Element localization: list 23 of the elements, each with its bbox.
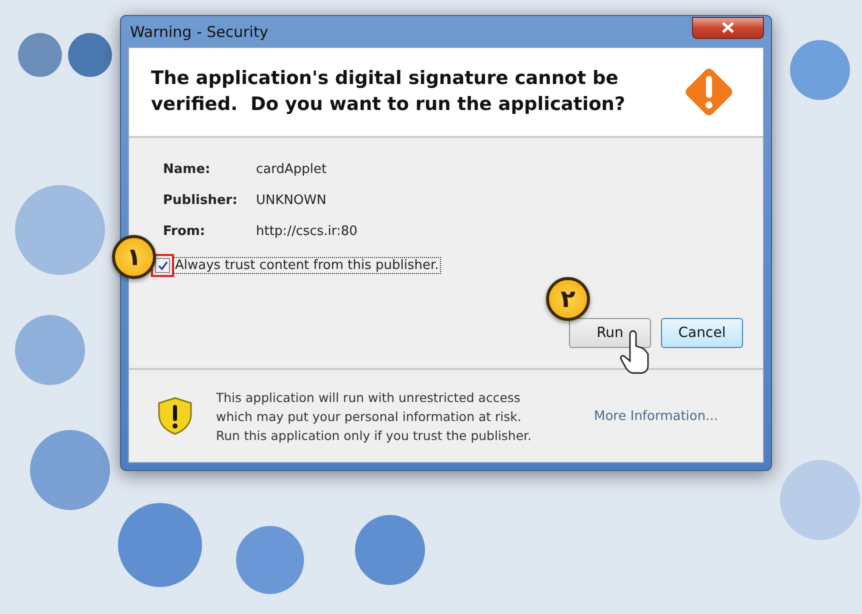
field-value: cardApplet	[256, 162, 328, 177]
blurred-circle	[15, 315, 85, 385]
window-title: Warning - Security	[129, 22, 268, 40]
dialog-button[interactable]: Run	[569, 318, 651, 348]
blurred-circle	[68, 33, 112, 77]
field-value: http://cscs.ir:80	[256, 224, 358, 239]
dialog-button[interactable]: Cancel	[661, 318, 743, 348]
warning-text: This application will run with unrestricted access which may put your personal information at risk. Run this application only if you trust the publisher.	[216, 388, 533, 444]
shield-warning-icon	[156, 396, 194, 436]
field-value: UNKNOWN	[256, 193, 328, 208]
field-label: Publisher:	[163, 193, 238, 208]
check-icon	[158, 260, 168, 270]
field-label: Name:	[163, 162, 212, 177]
blurred-circle	[236, 526, 304, 594]
dialog-heading: The application's digital signature cannot be verified. Do you want to run the application?	[151, 67, 626, 117]
close-button[interactable]	[692, 16, 764, 38]
blurred-circle	[355, 515, 425, 585]
close-icon	[721, 21, 735, 34]
blurred-circle	[18, 33, 62, 77]
field-label: From:	[163, 224, 206, 239]
blurred-circle	[790, 40, 850, 100]
more-information-link[interactable]: More Information...	[594, 408, 718, 424]
checkbox-label[interactable]: Always trust content from this publisher.	[173, 257, 441, 274]
